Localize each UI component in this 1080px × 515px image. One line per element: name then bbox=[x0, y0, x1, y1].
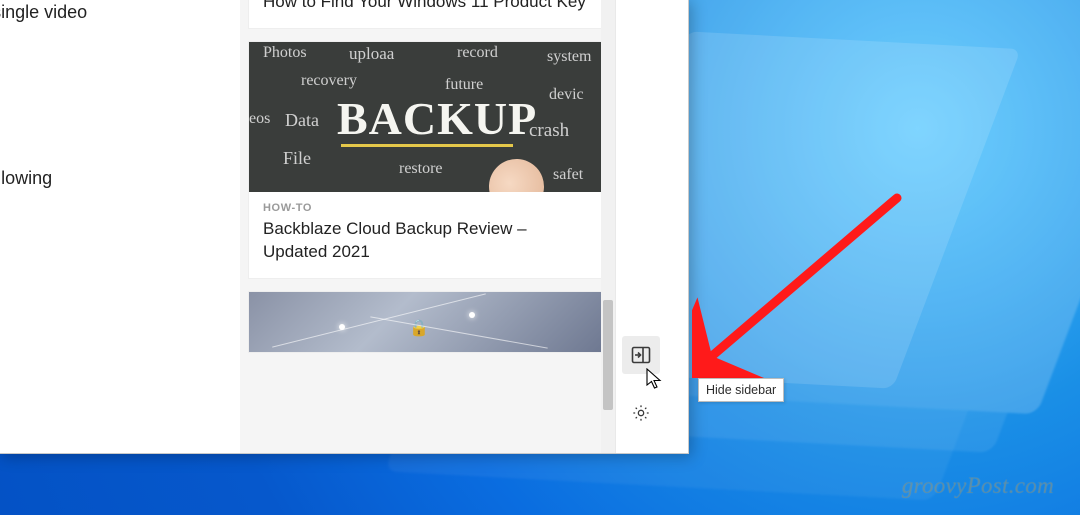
main-content-area: ending a single video heet the following bbox=[0, 0, 240, 453]
hide-sidebar-button[interactable] bbox=[622, 336, 660, 374]
article-thumbnail-network[interactable]: 🔒 bbox=[249, 292, 606, 352]
article-title[interactable]: How to Find Your Windows 11 Product Key bbox=[263, 0, 592, 14]
sidebar-scrollbar[interactable] bbox=[601, 0, 615, 453]
article-card[interactable]: HOW-TO How to Find Your Windows 11 Produ… bbox=[248, 0, 607, 29]
edge-toolbar bbox=[615, 0, 665, 453]
article-text-fragment: heet the following bbox=[0, 166, 230, 190]
sidebar-article-feed[interactable]: HOW-TO How to Find Your Windows 11 Produ… bbox=[240, 0, 615, 453]
article-thumbnail-backup[interactable]: Photos uploaa record system recovery fut… bbox=[249, 42, 606, 192]
gear-icon bbox=[631, 403, 651, 423]
watermark: groovyPost.com bbox=[902, 473, 1054, 499]
article-title[interactable]: Backblaze Cloud Backup Review – Updated … bbox=[263, 218, 592, 264]
article-card[interactable]: 🔒 bbox=[248, 291, 607, 353]
article-category: HOW-TO bbox=[263, 202, 592, 214]
hide-sidebar-icon bbox=[631, 346, 651, 364]
browser-window: ending a single video heet the following… bbox=[0, 0, 689, 454]
hide-sidebar-tooltip: Hide sidebar bbox=[698, 378, 784, 402]
settings-button[interactable] bbox=[622, 394, 660, 432]
scrollbar-thumb[interactable] bbox=[603, 300, 613, 410]
article-text-fragment: ending a single video bbox=[0, 0, 230, 24]
lock-icon: 🔒 bbox=[409, 318, 429, 338]
hand-icon bbox=[481, 151, 551, 192]
article-card[interactable]: Photos uploaa record system recovery fut… bbox=[248, 41, 607, 279]
